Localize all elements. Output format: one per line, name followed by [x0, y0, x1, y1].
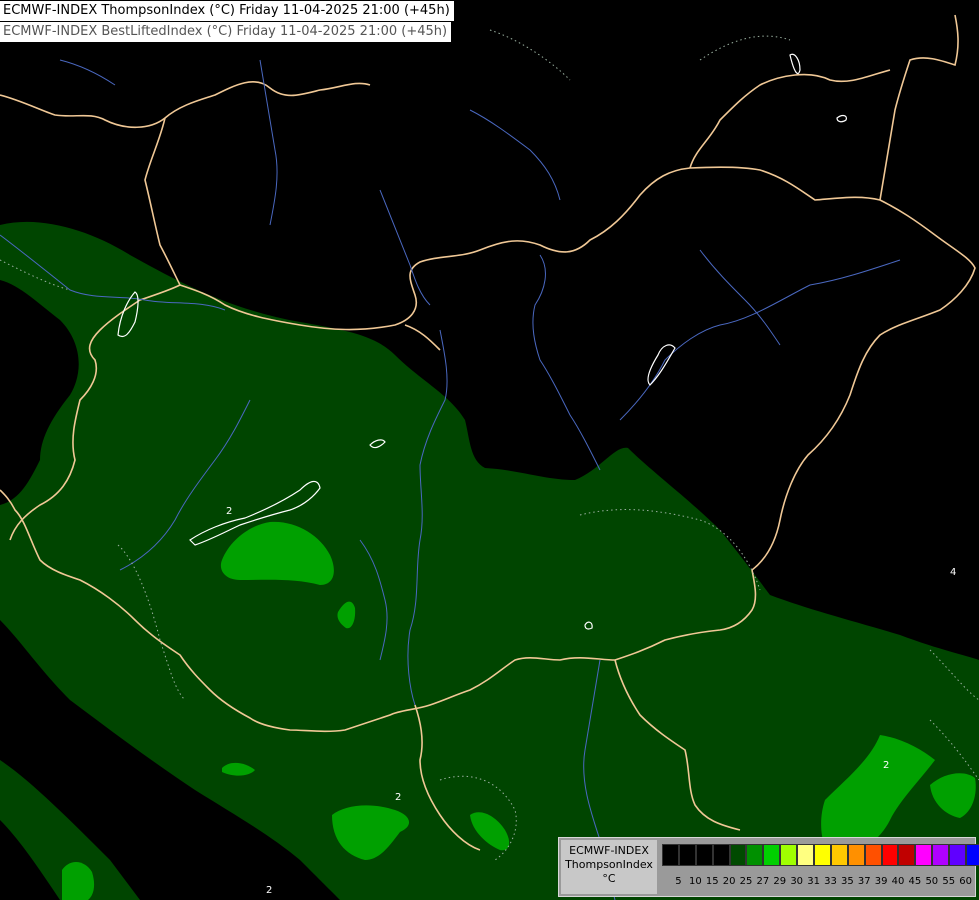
legend-tick-label: 27 — [756, 876, 770, 887]
legend-tick-label: 50 — [925, 876, 939, 887]
color-legend: ECMWF-INDEX ThompsonIndex °C 5 10 15 20 25 27… — [558, 837, 979, 897]
legend-tick-label: 15 — [705, 876, 719, 887]
legend-swatch — [662, 844, 679, 866]
legend-tick-label: 35 — [840, 876, 854, 887]
legend-swatch — [746, 844, 764, 866]
legend-swatch — [678, 844, 696, 866]
map-title-best-lifted-index: ECMWF-INDEX BestLiftedIndex (°C) Friday … — [0, 22, 452, 42]
legend-swatch — [881, 844, 899, 866]
legend-swatch — [864, 844, 882, 866]
legend-swatch — [949, 844, 967, 866]
legend-swatch — [932, 844, 950, 866]
contour-label: 2 — [395, 792, 401, 803]
legend-parameter: ThompsonIndex — [565, 858, 653, 871]
legend-swatch — [695, 844, 713, 866]
legend-swatch — [729, 844, 747, 866]
contour-label: 4 — [950, 567, 956, 578]
legend-ticks: 5 10 15 20 25 27 29 30 31 33 35 37 39 40 45 50 55 60 — [662, 874, 974, 890]
legend-model: ECMWF-INDEX — [569, 844, 649, 857]
legend-swatch — [830, 844, 848, 866]
contour-label: 2 — [883, 760, 889, 771]
legend-swatch — [898, 844, 916, 866]
legend-tick-label: 45 — [908, 876, 922, 887]
legend-tick-label: 10 — [688, 876, 702, 887]
legend-label: ECMWF-INDEX ThompsonIndex °C — [561, 840, 657, 894]
contour-label: 2 — [226, 506, 232, 517]
legend-tick-label: 31 — [807, 876, 820, 887]
map-title-thompson-index: ECMWF-INDEX ThompsonIndex (°C) Friday 11… — [0, 1, 454, 21]
legend-tick-label: 39 — [874, 876, 888, 887]
legend-swatch — [915, 844, 933, 866]
legend-swatches — [662, 844, 979, 866]
legend-tick-label: 20 — [722, 876, 736, 887]
legend-swatch — [847, 844, 865, 866]
legend-unit: °C — [602, 872, 616, 885]
legend-swatch — [763, 844, 781, 866]
legend-swatch — [814, 844, 831, 866]
legend-tick-label: 40 — [891, 876, 905, 887]
legend-swatch — [966, 844, 979, 866]
contour-label: 2 — [266, 885, 272, 896]
legend-tick-label: 60 — [959, 876, 972, 887]
legend-tick-label: 55 — [942, 876, 956, 887]
legend-tick-label: 37 — [857, 876, 871, 887]
legend-tick-label: 30 — [790, 876, 804, 887]
legend-tick-label: 33 — [824, 876, 837, 887]
legend-tick-label: 25 — [739, 876, 753, 887]
legend-tick-label: 5 — [675, 876, 682, 887]
legend-swatch — [780, 844, 798, 866]
weather-map: 2 2 2 2 4 — [0, 0, 979, 900]
legend-tick-label: 29 — [773, 876, 787, 887]
legend-swatch — [797, 844, 815, 866]
legend-swatch — [712, 844, 730, 866]
